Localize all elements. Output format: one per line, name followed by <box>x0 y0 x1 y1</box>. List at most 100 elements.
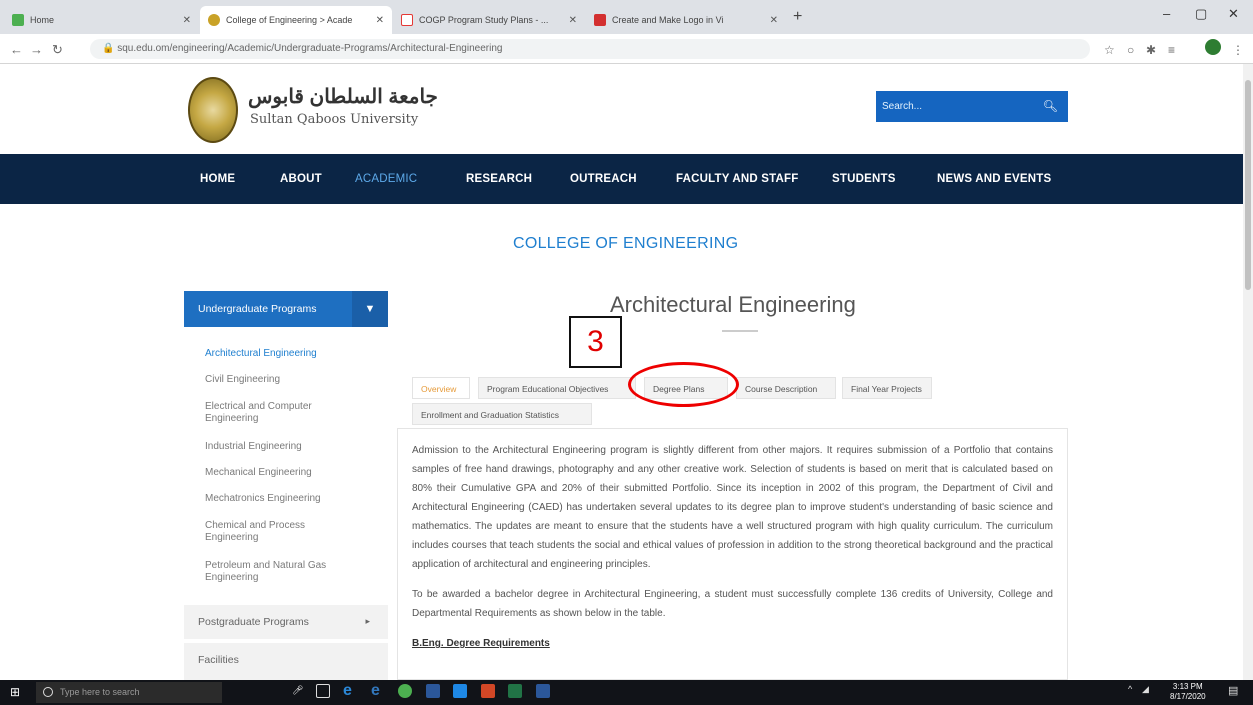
sidebar-header-undergraduate[interactable]: Undergraduate Programs ▼ <box>184 291 388 327</box>
nav-research[interactable]: RESEARCH <box>466 173 532 185</box>
taskbar-clock[interactable]: 3:13 PM 8/17/2020 <box>1170 682 1206 702</box>
word-icon[interactable] <box>536 684 550 698</box>
close-icon[interactable]: ✕ <box>376 15 384 26</box>
star-icon[interactable]: ☆ <box>1104 43 1115 57</box>
sidebar-item-mechatronics[interactable]: Mechatronics Engineering <box>205 493 321 505</box>
site-search-input[interactable] <box>882 98 1032 115</box>
url-input[interactable]: 🔒 squ.edu.om/engineering/Academic/Underg… <box>90 39 1090 59</box>
nav-students[interactable]: STUDENTS <box>832 173 896 185</box>
search-icon[interactable]: 🔍︎ <box>1043 99 1058 113</box>
browser-tab-label: Home <box>30 15 55 25</box>
tab-enrollment-statistics[interactable]: Enrollment and Graduation Statistics <box>412 403 592 425</box>
microphone-icon[interactable]: 🎤︎ <box>292 685 303 696</box>
clock-time: 3:13 PM <box>1172 682 1203 691</box>
close-window-button[interactable]: ✕ <box>1228 6 1239 22</box>
browser-tab-bar: Home ✕ College of Engineering > Acade ✕ … <box>0 0 1253 34</box>
extension-list-icon[interactable]: ≡ <box>1168 43 1175 57</box>
nav-academic[interactable]: ACADEMIC <box>355 173 417 185</box>
youtube-favicon-icon <box>594 14 606 26</box>
close-icon[interactable]: ✕ <box>770 15 778 26</box>
browser-tab-label: College of Engineering > Acade <box>226 15 353 25</box>
extension-puzzle-icon[interactable]: ✱ <box>1146 43 1156 57</box>
browser-tab-label: Create and Make Logo in Vi <box>612 15 724 25</box>
sidebar-item-petroleum[interactable]: Petroleum and Natural Gas Engineering <box>205 560 345 584</box>
logo-english-text: Sultan Qaboos University <box>250 112 419 127</box>
step-number-annotation: 3 <box>569 316 622 368</box>
nav-faculty-and-staff[interactable]: FACULTY AND STAFF <box>676 173 798 185</box>
sidebar-item-civil[interactable]: Civil Engineering <box>205 374 280 386</box>
internet-explorer-icon[interactable]: e <box>371 683 385 699</box>
title-divider <box>722 330 758 332</box>
overview-paragraph-1: Admission to the Architectural Engineeri… <box>412 445 1053 570</box>
taskbar-search-input[interactable]: Type here to search <box>36 682 222 703</box>
degree-requirements-heading: B.Eng. Degree Requirements <box>412 638 550 649</box>
nav-about[interactable]: ABOUT <box>280 173 322 185</box>
menu-dots-icon[interactable]: ⋮ <box>1232 43 1244 57</box>
edge-legacy-icon[interactable]: e <box>343 683 357 699</box>
tab-final-year-projects[interactable]: Final Year Projects <box>842 377 932 399</box>
minimize-button[interactable]: – <box>1163 6 1170 21</box>
browser-tab-logo[interactable]: Create and Make Logo in Vi ✕ <box>586 6 786 34</box>
page-title: Architectural Engineering <box>610 292 856 317</box>
taskbar-search-placeholder: Type here to search <box>60 687 140 697</box>
powerpoint-icon[interactable] <box>481 684 495 698</box>
clock-date: 8/17/2020 <box>1170 692 1206 701</box>
squ-favicon-icon <box>208 14 220 26</box>
extension-circle-icon[interactable]: ○ <box>1127 43 1134 57</box>
browser-tab-label: COGP Program Study Plans - ... <box>419 15 549 25</box>
sidebar-item-electrical[interactable]: Electrical and Computer Engineering <box>205 401 345 425</box>
sidebar-item-industrial[interactable]: Industrial Engineering <box>205 441 302 453</box>
forward-arrow-icon[interactable]: → <box>30 42 43 57</box>
logo-arabic-text: جامعة السلطان قابوس <box>248 86 438 108</box>
sidebar-item-mechanical[interactable]: Mechanical Engineering <box>205 467 312 479</box>
back-arrow-icon[interactable]: ← <box>10 42 23 57</box>
home-favicon-icon <box>12 14 24 26</box>
university-seal-logo[interactable] <box>188 77 238 143</box>
chevron-right-icon: ▸ <box>365 616 370 626</box>
browser-tab-home[interactable]: Home ✕ <box>4 6 199 34</box>
reload-icon[interactable]: ↻ <box>52 42 63 58</box>
site-search-box: 🔍︎ <box>876 91 1068 122</box>
windows-start-icon[interactable]: ⊞ <box>10 686 23 699</box>
nav-home[interactable]: HOME <box>200 173 235 185</box>
chrome-icon[interactable] <box>398 684 412 698</box>
tab-program-educational-objectives[interactable]: Program Educational Objectives <box>478 377 636 399</box>
sidebar-item-facilities[interactable]: Facilities <box>184 643 388 680</box>
tab-overview[interactable]: Overview <box>412 377 470 399</box>
pdf-favicon-icon <box>401 14 413 26</box>
notifications-icon[interactable]: ▤ <box>1228 684 1238 697</box>
overview-paragraph-2: To be awarded a bachelor degree in Archi… <box>412 589 1053 619</box>
network-icon[interactable]: ◢ <box>1142 684 1149 695</box>
excel-icon[interactable] <box>508 684 522 698</box>
close-icon[interactable]: ✕ <box>569 15 577 26</box>
sidebar-item-architectural[interactable]: Architectural Engineering <box>205 348 317 360</box>
new-tab-button[interactable]: + <box>793 8 802 26</box>
sidebar-item-label: Facilities <box>198 654 239 666</box>
nav-outreach[interactable]: OUTREACH <box>570 173 637 185</box>
main-nav: HOME ABOUT ACADEMIC RESEARCH OUTREACH FA… <box>0 154 1253 204</box>
browser-tab-cogp[interactable]: COGP Program Study Plans - ... ✕ <box>393 6 585 34</box>
browser-tab-college[interactable]: College of Engineering > Acade ✕ <box>200 6 392 34</box>
sidebar-header-label: Undergraduate Programs <box>198 303 317 315</box>
scrollbar-thumb[interactable] <box>1245 80 1251 290</box>
tab-content-panel: Admission to the Architectural Engineeri… <box>397 428 1068 680</box>
nav-news-and-events[interactable]: NEWS AND EVENTS <box>937 173 1051 185</box>
chevron-down-icon[interactable]: ▼ <box>352 291 388 327</box>
profile-avatar[interactable] <box>1205 39 1221 55</box>
file-explorer-icon[interactable] <box>453 684 467 698</box>
lock-icon: 🔒 <box>102 43 118 54</box>
close-icon[interactable]: ✕ <box>183 15 191 26</box>
cortana-icon <box>43 687 53 697</box>
outlook-icon[interactable] <box>426 684 440 698</box>
college-title: COLLEGE OF ENGINEERING <box>513 235 739 252</box>
url-text: squ.edu.om/engineering/Academic/Undergra… <box>117 43 503 54</box>
sidebar-item-postgraduate[interactable]: Postgraduate Programs ▸ <box>184 605 388 639</box>
tab-course-description[interactable]: Course Description <box>736 377 836 399</box>
task-view-icon[interactable] <box>316 684 330 698</box>
address-bar-row: ← → ↻ 🔒 squ.edu.om/engineering/Academic/… <box>0 34 1253 64</box>
highlight-circle-annotation <box>628 362 739 407</box>
sidebar-item-label: Postgraduate Programs <box>198 616 309 628</box>
show-hidden-icons-chevron-icon[interactable]: ^ <box>1128 684 1132 694</box>
maximize-button[interactable]: ▢ <box>1195 6 1207 22</box>
sidebar-item-chemical[interactable]: Chemical and Process Engineering <box>205 520 325 544</box>
